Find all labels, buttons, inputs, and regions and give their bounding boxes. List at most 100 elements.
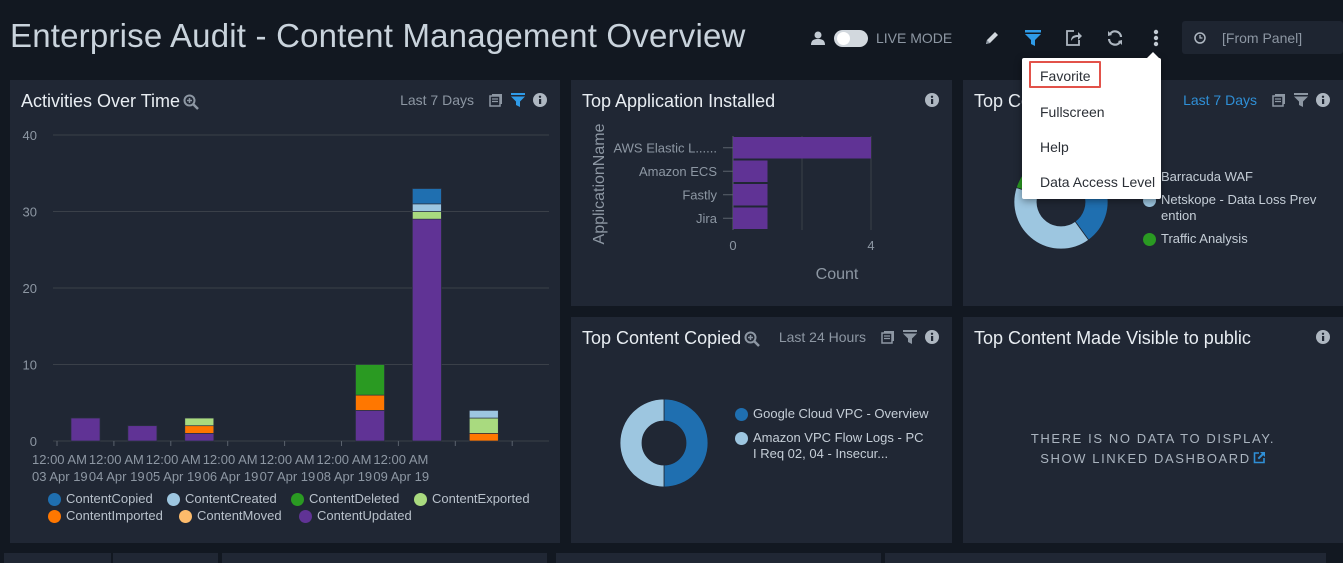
legend-swatch	[735, 408, 748, 421]
bar-segment-ContentCreated	[412, 203, 442, 212]
legend-swatch	[179, 510, 192, 523]
legend-swatch	[167, 493, 180, 506]
legend-item[interactable]: ContentMoved	[179, 508, 299, 523]
legend-item[interactable]: Amazon VPC Flow Logs - PC I Req 02, 04 -…	[735, 430, 935, 462]
more-options-button[interactable]	[1144, 26, 1168, 50]
legend-label: ContentMoved	[197, 508, 282, 523]
y-tick-label: Jira	[696, 211, 718, 226]
refresh-button[interactable]	[1103, 26, 1127, 50]
x-tick-label: 12:00 AM	[203, 452, 258, 467]
filter-icon[interactable]	[902, 329, 918, 345]
bar-segment-ContentImported	[184, 425, 215, 434]
panel-activities-over-time: Activities Over Time Last 7 Days 0 10 20 30…	[10, 80, 560, 543]
menu-item-favorite[interactable]: Favorite	[1040, 68, 1091, 84]
y-tick-label: Fastly	[682, 187, 717, 202]
menu-item-fullscreen[interactable]: Fullscreen	[1040, 104, 1105, 120]
no-data-message: THERE IS NO DATA TO DISPLAY. SHOW LINKED…	[963, 429, 1343, 469]
y-tick-label: 0	[30, 434, 37, 449]
filter-icon	[1025, 30, 1042, 46]
copy-icon[interactable]	[880, 329, 896, 345]
zoom-in-icon[interactable]	[744, 331, 760, 347]
legend-item[interactable]: ContentImported	[48, 508, 179, 523]
legend-label: ContentCreated	[185, 491, 277, 506]
top-co-legend: Barracuda WAF Netskope - Data Loss Prev e…	[1143, 169, 1333, 254]
activities-legend: ContentCopied ContentCreated ContentDelete…	[48, 491, 548, 523]
bar	[733, 184, 768, 206]
x-tick-label: 12:00 AM	[89, 452, 144, 467]
legend-swatch	[299, 510, 312, 523]
bar-segment-ContentUpdated	[412, 218, 442, 442]
legend-item[interactable]: Netskope - Data Loss Prev ention	[1143, 192, 1333, 224]
bar-segment-ContentUpdated	[184, 433, 215, 442]
donut-slice	[663, 398, 709, 488]
top-content-copied-legend: Google Cloud VPC - Overview Amazon VPC Fl…	[735, 406, 935, 470]
more-options-menu: Favorite Fullscreen Help Data Access Lev…	[1022, 52, 1161, 199]
legend-label: Barracuda WAF	[1161, 169, 1253, 184]
info-icon[interactable]	[1315, 92, 1331, 108]
bar-segment-ContentDeleted	[355, 364, 385, 396]
filter-icon[interactable]	[510, 92, 526, 108]
x-tick-label: 12:00 AM	[373, 452, 428, 467]
y-tick-label: 40	[23, 128, 37, 143]
legend-label: ContentImported	[66, 508, 163, 523]
external-link-icon	[1253, 452, 1265, 464]
panel-title-text: Top Content Made Visible to public	[974, 328, 1251, 348]
more-vertical-icon	[1154, 29, 1159, 47]
x-tick-label: 12:00 AM	[146, 452, 201, 467]
legend-swatch	[48, 493, 61, 506]
menu-item-help[interactable]: Help	[1040, 139, 1069, 155]
filter-icon[interactable]	[1293, 92, 1309, 108]
bar-segment-ContentCopied	[412, 188, 442, 205]
y-tick-label: 10	[23, 358, 37, 373]
y-axis-label: ApplicationName	[591, 123, 608, 244]
x-axis-label: Count	[816, 266, 859, 283]
copy-icon[interactable]	[488, 92, 504, 108]
edit-button[interactable]	[980, 26, 1004, 50]
link-text: SHOW LINKED DASHBOARD	[1040, 451, 1251, 466]
y-tick-label: 30	[23, 205, 37, 220]
legend-item[interactable]: ContentCopied	[48, 491, 167, 506]
panel-top-content-public: Top Content Made Visible to public THERE…	[963, 317, 1343, 543]
legend-item[interactable]: ContentCreated	[167, 491, 291, 506]
legend-label: Traffic Analysis	[1161, 231, 1248, 246]
filter-button[interactable]	[1021, 26, 1045, 50]
legend-item[interactable]: Barracuda WAF	[1143, 169, 1333, 185]
time-range-label[interactable]: Last 24 Hours	[779, 329, 866, 345]
legend-item[interactable]: ContentDeleted	[291, 491, 414, 506]
info-icon[interactable]	[532, 92, 548, 108]
legend-item[interactable]: ContentUpdated	[299, 508, 412, 523]
time-range-picker[interactable]: [From Panel]	[1182, 21, 1343, 54]
panel-toolbar: Last 24 Hours	[779, 329, 940, 345]
info-icon[interactable]	[924, 329, 940, 345]
legend-item[interactable]: ContentExported	[414, 491, 530, 506]
x-tick-label: 08 Apr 19	[317, 469, 373, 484]
panel-title-text: Top Content Copied	[582, 328, 742, 348]
info-icon[interactable]	[1315, 329, 1331, 345]
legend-item[interactable]: Traffic Analysis	[1143, 231, 1333, 247]
panel-title: Activities Over Time	[21, 91, 199, 112]
y-tick-label: AWS Elastic L......	[613, 140, 717, 155]
share-button[interactable]	[1062, 26, 1086, 50]
info-icon[interactable]	[924, 92, 940, 108]
time-range-label[interactable]: Last 7 Days	[400, 92, 474, 108]
live-mode-label: LIVE MODE	[876, 30, 953, 46]
legend-label: Netskope - Data Loss Prev ention	[1161, 192, 1317, 223]
copy-icon[interactable]	[1271, 92, 1287, 108]
x-tick-label: 03 Apr 19	[32, 469, 88, 484]
x-tick-label: 06 Apr 19	[203, 469, 259, 484]
live-mode-toggle[interactable]	[834, 29, 868, 47]
zoom-in-icon[interactable]	[183, 94, 199, 110]
x-tick-label: 12:00 AM	[317, 452, 372, 467]
time-range-label[interactable]: Last 7 Days	[1183, 92, 1257, 108]
legend-label: ContentExported	[432, 491, 530, 506]
donut-slice	[619, 398, 665, 488]
no-data-text: THERE IS NO DATA TO DISPLAY.	[1030, 431, 1276, 446]
legend-label: ContentUpdated	[317, 508, 412, 523]
show-linked-dashboard-link[interactable]: SHOW LINKED DASHBOARD	[963, 449, 1343, 469]
y-tick-label: Amazon ECS	[639, 164, 717, 179]
bar-segment-ContentImported	[468, 433, 499, 442]
legend-item[interactable]: Google Cloud VPC - Overview	[735, 406, 935, 422]
legend-label: Amazon VPC Flow Logs - PC I Req 02, 04 -…	[753, 430, 924, 461]
bar-segment-ContentUpdated	[355, 410, 385, 442]
menu-item-data-access-level[interactable]: Data Access Level	[1040, 174, 1155, 190]
